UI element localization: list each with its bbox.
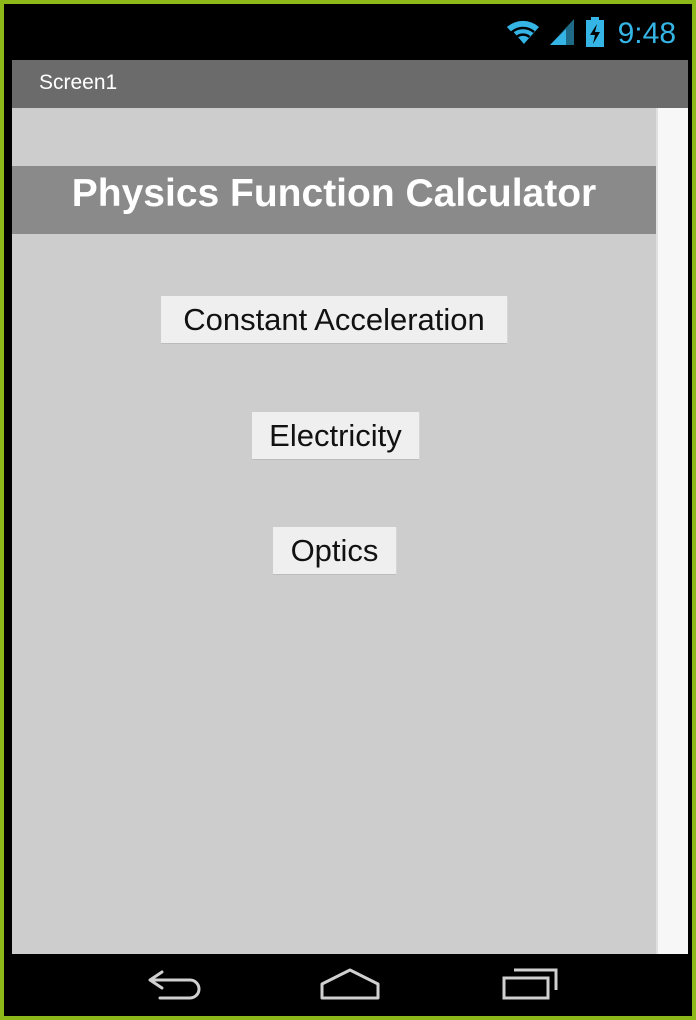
heading-banner: Physics Function Calculator <box>12 166 656 234</box>
screen-content: Physics Function Calculator Constant Acc… <box>12 108 656 954</box>
recent-apps-button[interactable] <box>490 966 570 1006</box>
title-bar: Screen1 <box>12 60 688 108</box>
page-title: Physics Function Calculator <box>71 172 597 215</box>
back-button[interactable] <box>136 966 216 1006</box>
wifi-icon <box>506 17 540 52</box>
status-icons: 9:48 <box>506 14 676 54</box>
optics-button[interactable]: Optics <box>273 527 396 574</box>
status-bar: 9:48 <box>12 8 688 60</box>
battery-charging-icon <box>584 16 606 53</box>
scrollbar-track[interactable] <box>656 108 688 954</box>
recent-apps-icon <box>500 966 560 1007</box>
home-button[interactable] <box>310 966 390 1006</box>
phone-frame: 9:48 Screen1 Physics Function Calculator… <box>0 0 696 1020</box>
signal-icon <box>548 17 576 52</box>
navigation-bar <box>12 954 688 1016</box>
home-icon <box>318 966 382 1007</box>
screen-title: Screen1 <box>39 71 118 94</box>
clock: 9:48 <box>617 17 676 50</box>
back-icon <box>146 966 206 1007</box>
electricity-button[interactable]: Electricity <box>252 412 419 459</box>
constant-acceleration-button[interactable]: Constant Acceleration <box>161 296 507 343</box>
